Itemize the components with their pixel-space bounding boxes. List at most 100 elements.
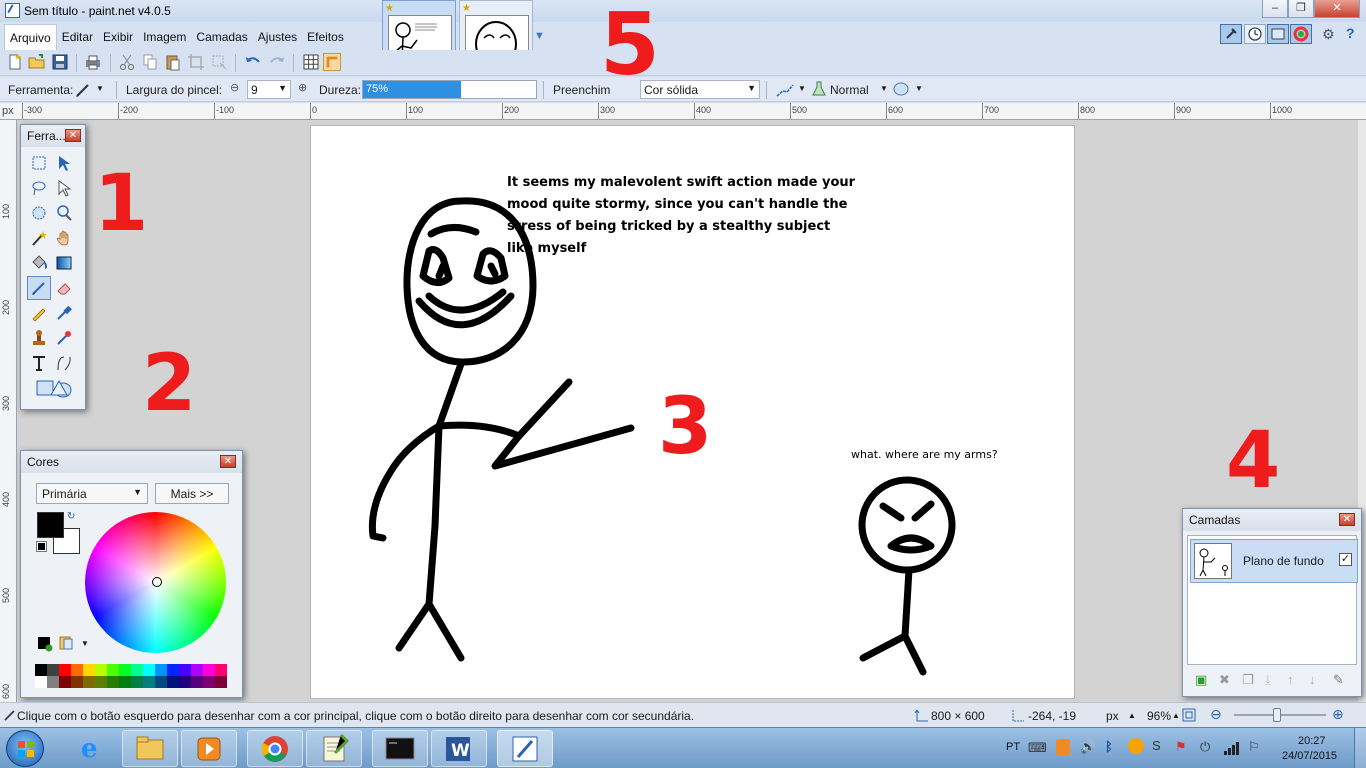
- move-layer-down-icon[interactable]: ↓: [1309, 672, 1316, 687]
- paintbrush-tool-icon[interactable]: [27, 276, 51, 300]
- clock-date[interactable]: 24/07/2015: [1282, 750, 1337, 762]
- palette-swatch[interactable]: [155, 664, 167, 676]
- crop-to-selection-icon[interactable]: [187, 53, 205, 71]
- gradient-tool-icon[interactable]: [52, 251, 76, 275]
- chevron-down-icon[interactable]: ▼: [915, 84, 923, 93]
- settings-gear-icon[interactable]: ⚙: [1322, 26, 1335, 43]
- color-mode-select[interactable]: Primária ▼: [36, 483, 148, 504]
- skype-icon[interactable]: S: [1152, 738, 1161, 753]
- palette-swatch[interactable]: [215, 664, 227, 676]
- thumbnails-dropdown-icon[interactable]: ▼: [534, 30, 545, 42]
- layers-close-icon[interactable]: ✕: [1339, 513, 1355, 526]
- menu-editar[interactable]: Editar: [57, 24, 98, 50]
- hardness-slider[interactable]: 75%: [362, 80, 537, 99]
- lasso-select-tool-icon[interactable]: [27, 176, 51, 200]
- merge-layer-down-icon[interactable]: ⤓: [1265, 672, 1271, 688]
- palette-swatch[interactable]: [47, 664, 59, 676]
- unit-dropdown-caret-icon[interactable]: ▲: [1128, 711, 1136, 720]
- paintnet-taskbar-icon[interactable]: [497, 730, 553, 767]
- flag-icon[interactable]: ⚐: [1248, 739, 1260, 755]
- paint-bucket-tool-icon[interactable]: [27, 251, 51, 275]
- clock-time[interactable]: 20:27: [1298, 735, 1326, 747]
- cut-icon[interactable]: [118, 53, 136, 71]
- chrome-taskbar-icon[interactable]: [247, 730, 303, 767]
- chevron-down-icon[interactable]: ▼: [81, 639, 89, 648]
- palette-swatch[interactable]: [71, 676, 83, 688]
- print-icon[interactable]: [84, 53, 102, 71]
- palette-swatch[interactable]: [59, 676, 71, 688]
- palette-swatch[interactable]: [191, 676, 203, 688]
- palette-swatch[interactable]: [167, 664, 179, 676]
- command-prompt-taskbar-icon[interactable]: [372, 730, 428, 767]
- add-layer-icon[interactable]: ▣: [1195, 672, 1207, 688]
- colors-close-icon[interactable]: ✕: [220, 455, 236, 468]
- palette-swatch[interactable]: [143, 664, 155, 676]
- move-layer-up-icon[interactable]: ↑: [1287, 672, 1294, 687]
- volume-icon[interactable]: 🔊: [1080, 739, 1096, 755]
- menu-arquivo[interactable]: Arquivo: [4, 24, 57, 50]
- brush-width-select[interactable]: 9 ▼: [247, 80, 291, 99]
- palette-swatch[interactable]: [155, 676, 167, 688]
- menu-camadas[interactable]: Camadas: [191, 24, 252, 50]
- tools-window-header[interactable]: Ferra... ✕: [21, 125, 85, 147]
- paintbrush-tool-icon[interactable]: [74, 81, 92, 99]
- shapes-tool-icon[interactable]: [35, 377, 73, 402]
- rectangle-select-tool-icon[interactable]: [27, 151, 51, 175]
- chevron-down-icon[interactable]: ▼: [798, 84, 806, 93]
- blend-mode-flask-icon[interactable]: [810, 80, 828, 98]
- undo-icon[interactable]: [244, 53, 262, 71]
- keyboard-icon[interactable]: ⌨: [1028, 740, 1047, 756]
- zoom-to-window-icon[interactable]: [1181, 707, 1197, 723]
- deselect-icon[interactable]: [210, 53, 228, 71]
- primary-color-swatch[interactable]: [37, 512, 64, 538]
- start-button[interactable]: [6, 730, 44, 767]
- rulers-toggle-icon[interactable]: [323, 53, 341, 71]
- pixel-grid-icon[interactable]: [302, 53, 320, 71]
- tools-window-toggle-icon[interactable]: [1220, 24, 1242, 44]
- pencil-tool-icon[interactable]: [27, 301, 51, 325]
- media-player-taskbar-icon[interactable]: [181, 730, 237, 767]
- pan-tool-icon[interactable]: [52, 226, 76, 250]
- notepad-plus-plus-taskbar-icon[interactable]: [306, 730, 362, 767]
- palette-swatch[interactable]: [179, 676, 191, 688]
- show-desktop-button[interactable]: [1354, 728, 1366, 768]
- duplicate-layer-icon[interactable]: ❐: [1242, 672, 1254, 688]
- close-button[interactable]: ✕: [1314, 0, 1360, 18]
- copy-icon[interactable]: [141, 53, 159, 71]
- internet-explorer-taskbar-icon[interactable]: e: [64, 730, 120, 767]
- menu-imagem[interactable]: Imagem: [138, 24, 191, 50]
- eraser-tool-icon[interactable]: [52, 276, 76, 300]
- action-center-flag-icon[interactable]: ⚑: [1175, 739, 1187, 755]
- status-unit[interactable]: px: [1106, 709, 1119, 723]
- palette-swatch[interactable]: [167, 676, 179, 688]
- palette-swatch[interactable]: [119, 664, 131, 676]
- network-signal-icon[interactable]: [1223, 740, 1241, 756]
- palette-swatch[interactable]: [119, 676, 131, 688]
- color-palette[interactable]: [35, 664, 227, 688]
- selection-mode-icon[interactable]: [891, 80, 911, 98]
- colors-window-header[interactable]: Cores ✕: [21, 451, 242, 473]
- blend-mode-value[interactable]: Normal: [830, 83, 869, 97]
- save-icon[interactable]: [51, 53, 69, 71]
- palette-swatch[interactable]: [143, 676, 155, 688]
- reset-colors-icon[interactable]: [36, 541, 47, 552]
- recolor-tool-icon[interactable]: [52, 326, 76, 350]
- layer-properties-icon[interactable]: ✎: [1333, 672, 1344, 688]
- ellipse-select-tool-icon[interactable]: [27, 201, 51, 225]
- zoom-out-icon[interactable]: ⊖: [1210, 706, 1222, 723]
- palette-swatch[interactable]: [59, 664, 71, 676]
- zoom-dropdown-caret-icon[interactable]: ▲: [1172, 711, 1180, 720]
- move-selection-tool-icon[interactable]: [52, 176, 76, 200]
- palette-swatch[interactable]: [95, 676, 107, 688]
- magic-wand-tool-icon[interactable]: [27, 226, 51, 250]
- color-wheel-knob[interactable]: [152, 577, 162, 587]
- word-taskbar-icon[interactable]: W: [431, 730, 487, 767]
- color-picker-tool-icon[interactable]: [52, 301, 76, 325]
- tools-close-icon[interactable]: ✕: [65, 129, 81, 142]
- maximize-button[interactable]: ❐: [1288, 0, 1314, 18]
- add-to-palette-icon[interactable]: [37, 636, 53, 652]
- menu-efeitos[interactable]: Efeitos: [302, 24, 349, 50]
- delete-layer-icon[interactable]: ✖: [1219, 672, 1230, 688]
- paste-icon[interactable]: [164, 53, 182, 71]
- minimize-button[interactable]: –: [1262, 0, 1288, 18]
